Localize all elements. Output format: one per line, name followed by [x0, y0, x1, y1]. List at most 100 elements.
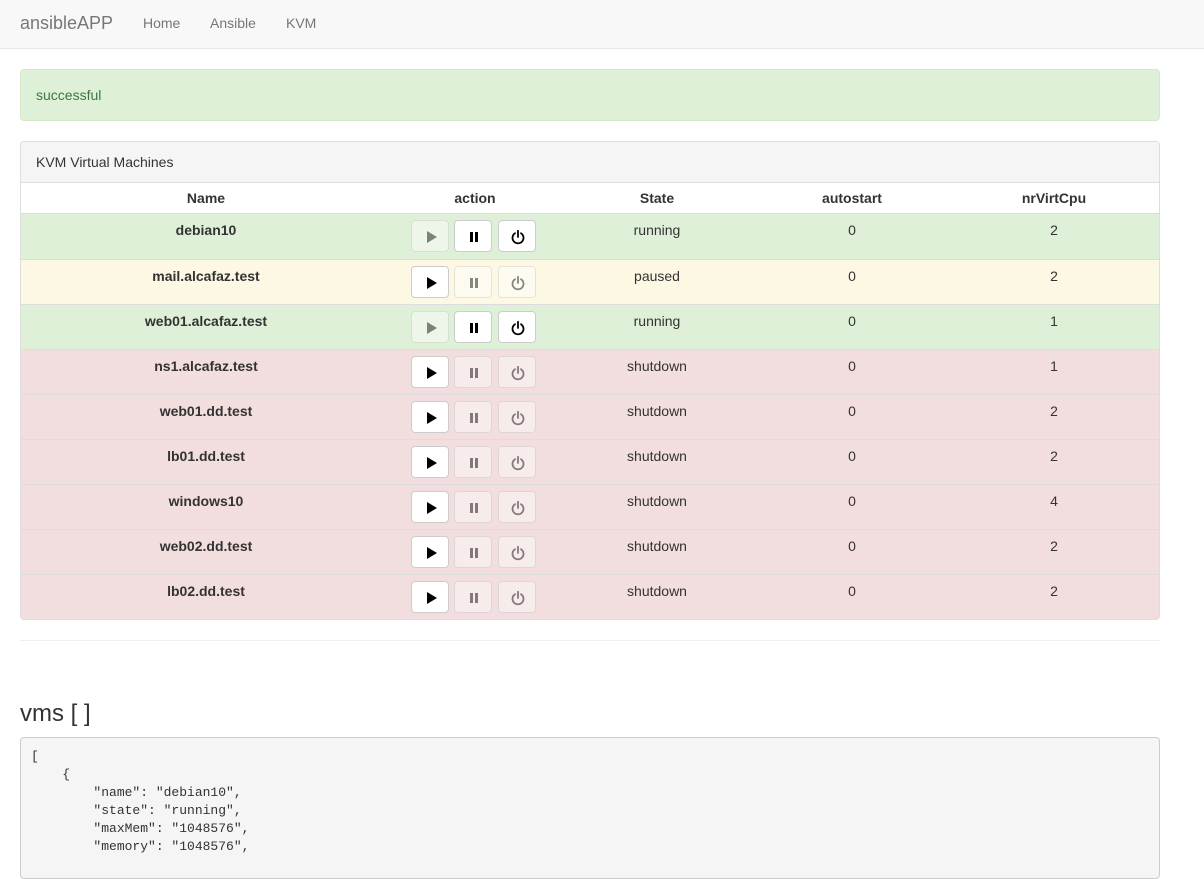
play-icon [427, 457, 437, 469]
code-line: { [31, 767, 71, 782]
pause-icon [470, 232, 478, 242]
vm-table-body: debian10 running 0 2 mail.alcafaz.test paused… [21, 214, 1159, 619]
action-button-group [411, 356, 541, 390]
start-button[interactable] [411, 581, 449, 613]
shutdown-button[interactable] [498, 356, 536, 388]
power-icon [511, 500, 525, 516]
column-header-action: action [454, 190, 496, 206]
table-row: web01.dd.test shutdown 0 2 [21, 394, 1159, 439]
pause-icon [470, 413, 478, 423]
vm-name: debian10 [175, 222, 237, 238]
start-button[interactable] [411, 536, 449, 568]
column-header-autostart: autostart [822, 190, 882, 206]
vm-name: ns1.alcafaz.test [154, 358, 258, 374]
vm-nrvirtcpu: 1 [1050, 313, 1058, 329]
play-icon [427, 277, 437, 289]
power-icon [511, 455, 525, 471]
vm-nrvirtcpu: 2 [1050, 448, 1058, 464]
vm-nrvirtcpu: 2 [1050, 222, 1058, 238]
vm-state: shutdown [627, 403, 687, 419]
vm-state: shutdown [627, 583, 687, 599]
shutdown-button[interactable] [498, 536, 536, 568]
pause-button[interactable] [454, 220, 492, 252]
vm-autostart: 0 [848, 222, 856, 238]
column-header-name: Name [186, 190, 226, 206]
start-button[interactable] [411, 356, 449, 388]
vm-name: mail.alcafaz.test [152, 268, 260, 284]
shutdown-button[interactable] [498, 311, 536, 343]
vm-name: lb02.dd.test [167, 583, 245, 599]
nav-link-kvm[interactable]: KVM [286, 15, 316, 32]
alert-message: successful [36, 87, 102, 103]
action-button-group [411, 220, 541, 254]
pause-button[interactable] [454, 356, 492, 388]
code-line: [ [31, 749, 39, 764]
power-icon [511, 545, 525, 561]
vm-autostart: 0 [848, 583, 856, 599]
vm-autostart: 0 [848, 403, 856, 419]
shutdown-button[interactable] [498, 581, 536, 613]
vm-state: shutdown [627, 358, 687, 374]
shutdown-button[interactable] [498, 401, 536, 433]
column-header-state: State [639, 190, 675, 206]
vm-nrvirtcpu: 2 [1050, 583, 1058, 599]
pause-icon [470, 278, 478, 288]
shutdown-button[interactable] [498, 220, 536, 252]
start-button[interactable] [411, 491, 449, 523]
play-icon [427, 412, 437, 424]
nav-link-ansible[interactable]: Ansible [210, 15, 256, 32]
start-button[interactable] [411, 401, 449, 433]
pause-icon [470, 323, 478, 333]
vm-name: windows10 [168, 493, 244, 509]
table-row: lb01.dd.test shutdown 0 2 [21, 439, 1159, 484]
shutdown-button[interactable] [498, 446, 536, 478]
vm-name: web01.dd.test [159, 403, 253, 419]
column-header-nrvirtcpu: nrVirtCpu [1021, 190, 1087, 206]
vm-state: paused [634, 268, 680, 284]
action-button-group [411, 266, 541, 300]
panel-heading: KVM Virtual Machines [21, 142, 1159, 183]
vm-nrvirtcpu: 2 [1050, 538, 1058, 554]
pause-icon [470, 368, 478, 378]
table-row: web02.dd.test shutdown 0 2 [21, 529, 1159, 574]
nav-link-home[interactable]: Home [143, 15, 180, 32]
play-icon [427, 322, 437, 334]
power-icon [511, 229, 525, 245]
panel-title: KVM Virtual Machines [36, 154, 174, 170]
pause-button[interactable] [454, 581, 492, 613]
action-button-group [411, 401, 541, 435]
table-row: lb02.dd.test shutdown 0 2 [21, 574, 1159, 619]
table-row: mail.alcafaz.test paused 0 2 [21, 259, 1159, 304]
pause-button[interactable] [454, 311, 492, 343]
vm-name: web01.alcafaz.test [144, 313, 268, 329]
vms-heading: vms [ ] [20, 700, 91, 727]
vm-nrvirtcpu: 2 [1050, 268, 1058, 284]
vm-autostart: 0 [848, 358, 856, 374]
pause-button[interactable] [454, 491, 492, 523]
pause-button[interactable] [454, 266, 492, 298]
pause-icon [470, 503, 478, 513]
pause-button[interactable] [454, 446, 492, 478]
vm-autostart: 0 [848, 538, 856, 554]
power-icon [511, 365, 525, 381]
shutdown-button[interactable] [498, 266, 536, 298]
play-icon [427, 547, 437, 559]
vms-json-block: [ { "name": "debian10", "state": "runnin… [20, 737, 1160, 879]
pause-button[interactable] [454, 401, 492, 433]
brand-link[interactable]: ansibleAPP [20, 12, 113, 34]
play-icon [427, 502, 437, 514]
table-header: Name action State autostart nrVirtCpu [21, 183, 1159, 215]
action-button-group [411, 581, 541, 615]
vm-autostart: 0 [848, 268, 856, 284]
power-icon [511, 275, 525, 291]
pause-button[interactable] [454, 536, 492, 568]
start-button[interactable] [411, 446, 449, 478]
start-button[interactable] [411, 311, 449, 343]
vm-state: running [633, 313, 681, 329]
shutdown-button[interactable] [498, 491, 536, 523]
start-button[interactable] [411, 266, 449, 298]
code-line: "maxMem": "1048576", [31, 821, 250, 836]
pause-icon [470, 458, 478, 468]
vm-nrvirtcpu: 1 [1050, 358, 1058, 374]
start-button[interactable] [411, 220, 449, 252]
